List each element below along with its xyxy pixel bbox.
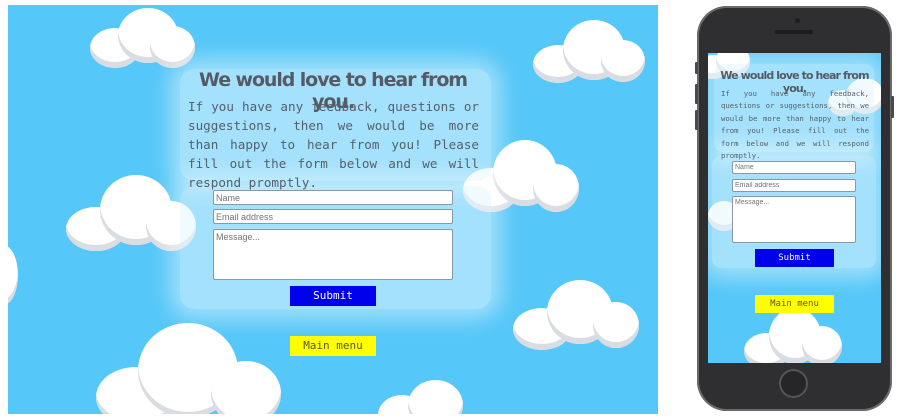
main-menu-button[interactable]: Main menu — [290, 336, 376, 356]
mobile-intro-text: If you have any feedback, questions or s… — [721, 89, 869, 161]
intro-text: If you have any feedback, questions or s… — [188, 99, 479, 190]
message-field[interactable] — [213, 229, 453, 280]
cloud-icon — [744, 308, 842, 363]
camera-icon — [795, 18, 800, 23]
speaker-icon — [775, 30, 813, 34]
email-field[interactable] — [213, 209, 453, 224]
phone-frame: We would love to hear from you. If you h… — [695, 6, 894, 411]
name-field[interactable] — [213, 190, 453, 205]
cloud-icon — [378, 380, 478, 414]
mobile-message-field[interactable] — [732, 196, 856, 243]
cloud-icon — [90, 8, 195, 70]
cloud-icon — [66, 175, 196, 253]
phone-side-button — [891, 96, 894, 118]
mobile-name-field[interactable] — [732, 161, 856, 174]
phone-side-button — [695, 110, 698, 130]
cloud-icon — [513, 280, 639, 350]
mobile-main-menu-button[interactable]: Main menu — [755, 295, 834, 313]
cloud-icon — [533, 20, 645, 85]
submit-button[interactable]: Submit — [290, 286, 376, 306]
phone-side-button — [695, 62, 698, 74]
mobile-submit-button[interactable]: Submit — [755, 249, 834, 267]
home-button-icon[interactable] — [779, 369, 808, 398]
mobile-email-field[interactable] — [732, 179, 856, 192]
phone-side-button — [695, 84, 698, 104]
cloud-icon — [8, 245, 18, 305]
mobile-screen: We would love to hear from you. If you h… — [708, 53, 881, 363]
desktop-view: We would love to hear from you. If you h… — [8, 5, 658, 414]
cloud-icon — [96, 323, 281, 414]
